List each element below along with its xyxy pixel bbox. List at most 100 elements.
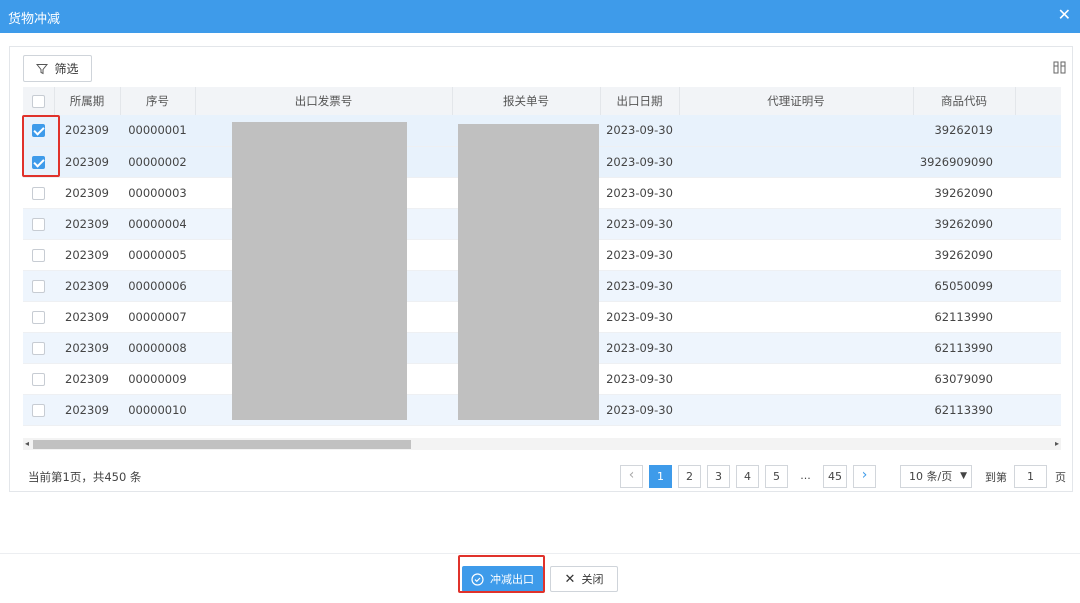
row-select-cell[interactable] <box>23 332 54 364</box>
row-checkbox[interactable] <box>32 279 45 293</box>
cell-goods-code: 39262090 <box>913 177 1015 209</box>
cell-seq: 00000007 <box>120 301 195 333</box>
row-select-cell[interactable] <box>23 177 54 209</box>
page-button-2[interactable]: 2 <box>678 465 701 488</box>
cell-export-date: 2023-09-30 <box>600 394 679 426</box>
cell-agency-cert-no <box>679 301 913 333</box>
cell-period: 202309 <box>54 301 120 333</box>
cell-goods-code: 65050099 <box>913 270 1015 302</box>
cell-export-date: 2023-09-30 <box>600 332 679 364</box>
cell-seq: 00000001 <box>120 115 195 147</box>
row-select-cell[interactable] <box>23 394 54 426</box>
cell-period: 202309 <box>54 332 120 364</box>
filter-label: 筛选 <box>54 62 79 76</box>
page-button-45[interactable]: 45 <box>823 465 847 488</box>
col-period[interactable]: 所属期 <box>54 87 121 115</box>
page-button-3[interactable]: 3 <box>707 465 730 488</box>
cell-goods-code: 3926909090 <box>913 146 1015 178</box>
cell-period: 202309 <box>54 177 120 209</box>
window-titlebar: 货物冲减 ✕ <box>0 0 1080 33</box>
cell-period: 202309 <box>54 239 120 271</box>
window-title: 货物冲减 <box>8 12 61 27</box>
cell-seq: 00000010 <box>120 394 195 426</box>
checked-rows-highlight <box>22 115 60 177</box>
cell-export-date: 2023-09-30 <box>600 270 679 302</box>
cell-export-date: 2023-09-30 <box>600 363 679 395</box>
table-header-row: 所属期 序号 出口发票号 报关单号 出口日期 代理证明号 商品代码 <box>23 87 1061 115</box>
cell-agency-cert-no <box>679 177 913 209</box>
row-checkbox[interactable] <box>32 217 45 231</box>
cell-export-date: 2023-09-30 <box>600 115 679 147</box>
cell-agency-cert-no <box>679 270 913 302</box>
row-checkbox[interactable] <box>32 248 45 262</box>
page-button-5[interactable]: 5 <box>765 465 788 488</box>
prev-page-button[interactable]: ‹ <box>620 465 643 488</box>
row-checkbox[interactable] <box>32 341 45 355</box>
table-panel: 筛选 所属期 序号 出口发票号 报关单号 出口日期 代理证明号 商品代码 202… <box>9 46 1073 492</box>
cell-export-date: 2023-09-30 <box>600 301 679 333</box>
scroll-right-icon[interactable]: ▸ <box>1055 439 1059 448</box>
row-select-cell[interactable] <box>23 208 54 240</box>
chevron-down-icon: ▼ <box>960 471 967 481</box>
scroll-left-icon[interactable]: ◂ <box>25 439 29 448</box>
col-customs-no[interactable]: 报关单号 <box>452 87 601 115</box>
row-checkbox[interactable] <box>32 372 45 386</box>
next-page-button[interactable]: › <box>853 465 876 488</box>
cell-goods-code: 62113390 <box>913 394 1015 426</box>
cell-period: 202309 <box>54 363 120 395</box>
cell-agency-cert-no <box>679 239 913 271</box>
select-all-checkbox[interactable] <box>31 95 45 108</box>
cell-seq: 00000005 <box>120 239 195 271</box>
page-ellipsis: ... <box>794 465 817 488</box>
row-checkbox[interactable] <box>32 403 45 417</box>
goto-page-input[interactable]: 1 <box>1014 465 1047 488</box>
cell-agency-cert-no <box>679 363 913 395</box>
cell-agency-cert-no <box>679 332 913 364</box>
cell-agency-cert-no <box>679 394 913 426</box>
col-invoice-no[interactable]: 出口发票号 <box>195 87 453 115</box>
row-checkbox[interactable] <box>32 186 45 200</box>
cell-goods-name: 针织帽 <box>1015 270 1061 302</box>
col-goods-name[interactable] <box>1015 87 1061 115</box>
col-export-date[interactable]: 出口日期 <box>600 87 680 115</box>
cell-goods-code: 63079090 <box>913 363 1015 395</box>
row-select-cell[interactable] <box>23 301 54 333</box>
select-all-cell[interactable] <box>23 87 55 115</box>
close-button[interactable]: ✕ 关闭 <box>550 566 618 592</box>
cell-agency-cert-no <box>679 115 913 147</box>
row-checkbox[interactable] <box>32 310 45 324</box>
footer-divider <box>0 553 1080 554</box>
cell-goods-code: 62113990 <box>913 301 1015 333</box>
cell-seq: 00000003 <box>120 177 195 209</box>
cell-goods-name: 化纤制 <box>1015 394 1061 426</box>
col-agency-cert-no[interactable]: 代理证明号 <box>679 87 914 115</box>
page-button-1[interactable]: 1 <box>649 465 672 488</box>
columns-icon[interactable] <box>1053 61 1066 74</box>
row-select-cell[interactable] <box>23 239 54 271</box>
pagination-info: 当前第1页，共450 条 <box>28 470 142 484</box>
page-button-4[interactable]: 4 <box>736 465 759 488</box>
scrollbar-thumb[interactable] <box>33 440 411 449</box>
filter-icon <box>36 63 49 74</box>
row-select-cell[interactable] <box>23 363 54 395</box>
col-seq[interactable]: 序号 <box>120 87 196 115</box>
cell-agency-cert-no <box>679 146 913 178</box>
horizontal-scrollbar[interactable]: ◂ ▸ <box>23 438 1061 450</box>
filter-button[interactable]: 筛选 <box>23 55 92 82</box>
redacted-customs-column <box>458 124 599 420</box>
cell-export-date: 2023-09-30 <box>600 208 679 240</box>
row-select-cell[interactable] <box>23 270 54 302</box>
close-icon[interactable]: ✕ <box>1058 7 1071 23</box>
cell-goods-code: 62113990 <box>913 332 1015 364</box>
cell-export-date: 2023-09-30 <box>600 177 679 209</box>
cell-agency-cert-no <box>679 208 913 240</box>
page-size-select[interactable]: 10 条/页 ▼ <box>900 465 972 488</box>
page-size-value: 10 条/页 <box>909 470 953 483</box>
cell-period: 202309 <box>54 208 120 240</box>
cell-period: 202309 <box>54 146 120 178</box>
col-goods-code[interactable]: 商品代码 <box>913 87 1016 115</box>
cell-goods-code: 39262090 <box>913 208 1015 240</box>
cell-seq: 00000006 <box>120 270 195 302</box>
cell-goods-name: 其 <box>1015 146 1061 178</box>
redacted-invoice-column <box>232 122 407 420</box>
